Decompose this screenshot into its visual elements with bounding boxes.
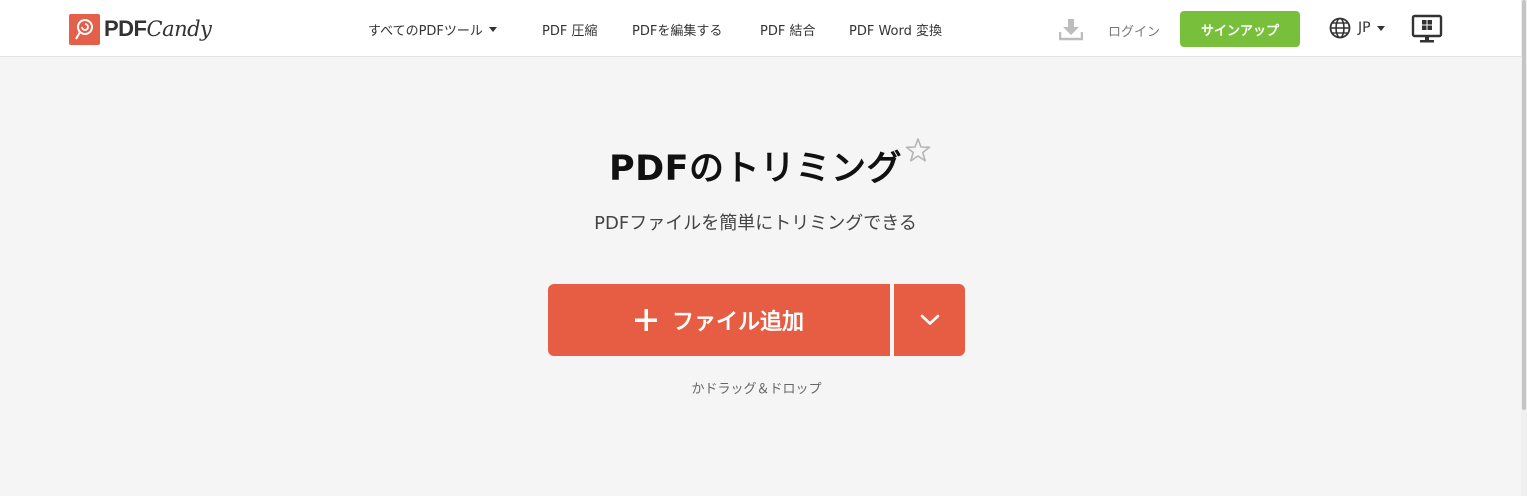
drag-drop-container: かドラッグ＆ドロップ xyxy=(0,378,1513,397)
star-icon[interactable] xyxy=(905,137,931,163)
scrollbar-thumb[interactable] xyxy=(1522,0,1526,410)
language-label: JP xyxy=(1358,20,1371,36)
plus-icon xyxy=(634,309,657,331)
page-subtitle: PDFファイルを簡単にトリミングできる xyxy=(594,213,917,234)
windows-desktop-icon[interactable] xyxy=(1411,14,1443,44)
drag-drop-hint: かドラッグ＆ドロップ xyxy=(691,382,822,397)
login-link[interactable]: ログイン xyxy=(1108,21,1160,40)
title-container: PDFのトリミング xyxy=(0,140,1511,191)
lollipop-icon xyxy=(69,13,100,45)
add-file-button[interactable]: ファイル追加 xyxy=(548,284,890,356)
caret-down-icon xyxy=(488,27,497,32)
nav-compress[interactable]: PDF 圧縮 xyxy=(542,20,597,39)
nav-merge[interactable]: PDF 結合 xyxy=(760,20,815,39)
nav-pdf-to-word[interactable]: PDF Word 変換 xyxy=(849,20,942,39)
language-selector[interactable]: JP xyxy=(1329,17,1385,39)
header-bar: PDFCandy すべてのPDFツール PDF 圧縮 PDFを編集する PDF … xyxy=(0,0,1521,57)
caret-down-icon xyxy=(1376,25,1385,31)
nav-all-tools[interactable]: すべてのPDFツール xyxy=(368,20,497,39)
logo-text: PDFCandy xyxy=(104,16,212,41)
download-icon[interactable] xyxy=(1059,17,1083,41)
upload-options-dropdown[interactable] xyxy=(894,284,965,356)
chevron-down-icon xyxy=(920,314,939,325)
page-title: PDFのトリミング xyxy=(608,149,903,189)
nav-all-tools-label: すべてのPDFツール xyxy=(368,24,483,39)
pdfcandy-logo[interactable]: PDFCandy xyxy=(69,13,212,45)
signup-button[interactable]: サインアップ xyxy=(1180,11,1300,47)
globe-icon xyxy=(1329,17,1351,39)
add-file-label: ファイル追加 xyxy=(671,310,804,335)
nav-edit[interactable]: PDFを編集する xyxy=(632,20,722,39)
subtitle-container: PDFファイルを簡単にトリミングできる xyxy=(0,209,1511,235)
